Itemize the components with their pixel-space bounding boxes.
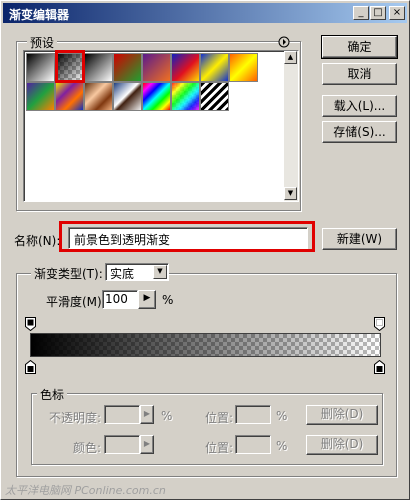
- new-button[interactable]: 新建(W): [322, 228, 397, 250]
- preset-swatch-fill: [27, 83, 54, 110]
- color-stop-left-icon[interactable]: [25, 360, 36, 374]
- close-button[interactable]: ×: [389, 6, 405, 20]
- maximize-button[interactable]: □: [370, 6, 386, 20]
- preset-swatch-fill: [172, 54, 199, 81]
- load-button[interactable]: 载入(L)...: [322, 95, 397, 117]
- smoothness-arrow-button[interactable]: ▶: [138, 290, 156, 309]
- minimize-button[interactable]: _: [353, 6, 369, 20]
- preset-scrollbar[interactable]: ▲ ▼: [284, 51, 298, 201]
- color-label: 颜色:: [73, 441, 102, 455]
- preset-swatch-fill: [172, 83, 199, 110]
- preset-swatch-blue-yellow-blue[interactable]: [200, 53, 229, 82]
- preset-swatch-black-white[interactable]: [84, 53, 113, 82]
- color-location-input[interactable]: [235, 435, 271, 454]
- color-stops-label: 色标: [37, 386, 68, 403]
- preset-swatch-chrome[interactable]: [113, 82, 142, 111]
- ok-button[interactable]: 确定: [321, 35, 398, 59]
- smoothness-label: 平滑度(M):: [46, 295, 106, 309]
- delete-color-stop-button[interactable]: 删除(D): [306, 435, 378, 455]
- preset-swatch-fill: [201, 54, 228, 81]
- preset-swatch-fill: [114, 54, 141, 81]
- preset-swatch-fill: [143, 54, 170, 81]
- window-title: 渐变编辑器: [9, 8, 70, 22]
- color-location-unit: %: [276, 439, 288, 453]
- opacity-label: 不透明度:: [49, 411, 102, 425]
- preset-swatch-violet-green-orange[interactable]: [26, 82, 55, 111]
- save-button[interactable]: 存储(S)...: [322, 121, 397, 143]
- cancel-button[interactable]: 取消: [322, 63, 397, 85]
- name-label: 名称(N):: [14, 234, 61, 248]
- preset-swatch-foreground-to-background[interactable]: [26, 53, 55, 82]
- gradient-type-select[interactable]: 实底 ▼: [105, 263, 169, 281]
- scroll-down-button[interactable]: ▼: [284, 187, 297, 200]
- preset-swatch-fill: [85, 83, 112, 110]
- preset-highlight-box: [55, 50, 85, 83]
- gradient-editor-window: 渐变编辑器 _ □ × 预设 ▲ ▼ 确定 取消 载入(L)... 存储(S).…: [0, 0, 410, 500]
- preset-swatch-transparent-stripes[interactable]: [200, 82, 229, 111]
- preset-swatch-fill: [201, 83, 228, 110]
- color-stop-right-icon[interactable]: [374, 360, 385, 374]
- opacity-unit: %: [161, 409, 173, 423]
- preset-swatch-fill: [230, 54, 257, 81]
- preset-swatch-spectrum[interactable]: [142, 82, 171, 111]
- preset-swatch-fill: [143, 83, 170, 110]
- opacity-location-input[interactable]: [235, 405, 271, 424]
- preset-swatch-blue-red-yellow[interactable]: [171, 53, 200, 82]
- smoothness-input[interactable]: 100: [102, 290, 138, 309]
- smoothness-unit: %: [162, 293, 174, 307]
- scroll-up-button[interactable]: ▲: [284, 51, 297, 64]
- circle-arrow-right-icon[interactable]: [278, 36, 290, 48]
- opacity-location-label: 位置:: [205, 411, 234, 425]
- name-highlight-box: [59, 221, 315, 252]
- color-swatch-input[interactable]: [104, 435, 140, 454]
- opacity-stop-left-icon[interactable]: [25, 317, 36, 331]
- preset-swatch-copper[interactable]: [84, 82, 113, 111]
- color-arrow-button[interactable]: ▶: [140, 435, 154, 454]
- gradient-preview-fill: [31, 334, 380, 356]
- preset-swatch-transparent-rainbow[interactable]: [171, 82, 200, 111]
- opacity-stop-right-icon[interactable]: [374, 317, 385, 331]
- preset-swatch-fill: [56, 83, 83, 110]
- smoothness-value: 100: [105, 292, 128, 306]
- preset-swatch-fill: [27, 54, 54, 81]
- presets-label: 预设: [27, 34, 58, 51]
- preset-swatch-yellow-violet-orange-blue[interactable]: [55, 82, 84, 111]
- opacity-arrow-button[interactable]: ▶: [140, 405, 154, 424]
- chevron-down-icon[interactable]: ▼: [153, 265, 167, 279]
- opacity-input[interactable]: [104, 405, 140, 424]
- watermark-text: 太平洋电脑网 PConline.com.cn: [5, 484, 166, 497]
- preset-swatch-orange-yellow-orange[interactable]: [229, 53, 258, 82]
- gradient-type-value: 实底: [110, 267, 135, 281]
- preset-swatch-violet-orange[interactable]: [142, 53, 171, 82]
- preset-swatch-fill: [85, 54, 112, 81]
- delete-opacity-stop-button[interactable]: 删除(D): [306, 405, 378, 425]
- opacity-location-unit: %: [276, 409, 288, 423]
- gradient-type-label: 渐变类型(T):: [31, 265, 106, 282]
- color-location-label: 位置:: [205, 441, 234, 455]
- preset-swatch-fill: [114, 83, 141, 110]
- preset-swatch-red-green[interactable]: [113, 53, 142, 82]
- title-bar[interactable]: 渐变编辑器 _ □ ×: [3, 3, 407, 23]
- gradient-preview-bar[interactable]: [30, 333, 381, 357]
